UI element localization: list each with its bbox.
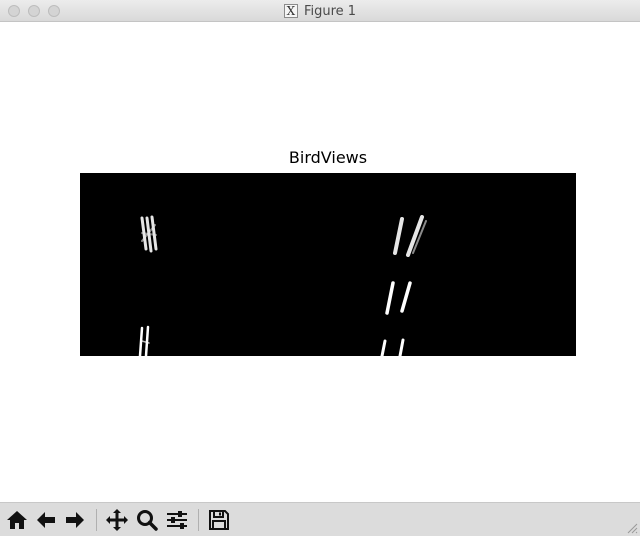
toolbar-separator bbox=[96, 509, 97, 531]
window-title: Figure 1 bbox=[303, 3, 357, 19]
lane-mark-cluster-left-bottom bbox=[138, 325, 150, 356]
forward-arrow-icon bbox=[66, 512, 84, 528]
lane-mark-cluster-right-bottom bbox=[380, 338, 405, 356]
forward-button[interactable] bbox=[62, 507, 88, 533]
window-titlebar[interactable]: X Figure 1 bbox=[0, 0, 640, 22]
configure-subplots-icon bbox=[167, 511, 187, 529]
toolbar-separator bbox=[198, 509, 199, 531]
pan-move-icon bbox=[106, 509, 128, 531]
window-title-group: X Figure 1 bbox=[0, 0, 640, 22]
pan-button[interactable] bbox=[104, 507, 130, 533]
configure-subplots-button[interactable] bbox=[164, 507, 190, 533]
back-arrow-icon bbox=[37, 512, 55, 528]
lane-mark-cluster-left-top bbox=[140, 215, 158, 253]
zoom-button[interactable] bbox=[134, 507, 160, 533]
resize-grip-icon[interactable] bbox=[626, 522, 638, 534]
navigation-toolbar bbox=[0, 502, 640, 536]
birdview-image-canvas bbox=[138, 215, 427, 356]
home-icon bbox=[7, 511, 27, 529]
birdview-image[interactable] bbox=[80, 173, 576, 356]
save-button[interactable] bbox=[206, 507, 232, 533]
x11-app-icon: X bbox=[283, 4, 298, 18]
save-floppy-icon bbox=[209, 510, 229, 530]
home-button[interactable] bbox=[4, 507, 30, 533]
lane-mark-cluster-right-top bbox=[393, 215, 427, 257]
zoom-magnifier-icon bbox=[137, 510, 158, 531]
back-button[interactable] bbox=[33, 507, 59, 533]
axes-title: BirdViews bbox=[288, 148, 368, 167]
lane-mark-cluster-right-middle bbox=[385, 281, 412, 315]
